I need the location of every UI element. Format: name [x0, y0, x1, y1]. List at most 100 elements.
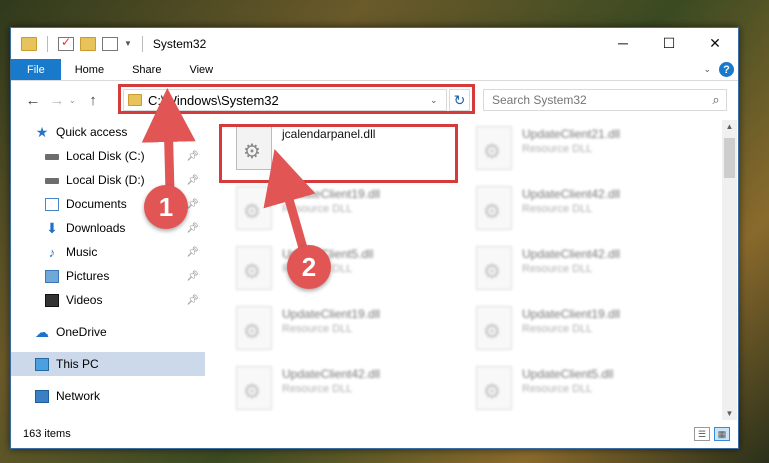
- onedrive-icon: ☁: [35, 323, 49, 340]
- drive-icon: [45, 178, 59, 184]
- search-icon[interactable]: ⌕: [706, 92, 726, 108]
- dll-file-icon: [236, 186, 272, 230]
- drive-icon: [45, 154, 59, 160]
- pin-icon[interactable]: 📌︎: [186, 223, 199, 234]
- title-bar: ▼ System32 ─ ☐ ✕: [11, 28, 738, 59]
- sidebar-item-label: OneDrive: [56, 325, 107, 339]
- properties-check-icon[interactable]: [58, 35, 74, 51]
- pin-icon[interactable]: 📌︎: [186, 151, 199, 162]
- divider: [141, 35, 143, 52]
- minimize-button[interactable]: ─: [600, 28, 646, 58]
- sidebar-item-this-pc[interactable]: This PC: [11, 352, 205, 376]
- file-highlight: [219, 124, 458, 183]
- sidebar-item-music[interactable]: ♪ Music 📌︎: [11, 240, 205, 264]
- customize-icon[interactable]: [102, 36, 118, 51]
- folder-icon: [21, 36, 37, 51]
- status-bar: 163 items ☰ ▦: [11, 420, 738, 448]
- quick-access-toolbar: ▼: [11, 35, 147, 52]
- sidebar-item-label: This PC: [56, 357, 99, 371]
- file-type: Resource DLL: [282, 323, 353, 335]
- file-name: UpdateClient42.dll: [522, 187, 621, 201]
- scroll-down-icon[interactable]: ▼: [722, 409, 737, 418]
- pin-icon[interactable]: 📌︎: [186, 175, 199, 186]
- sidebar-item-pictures[interactable]: Pictures 📌︎: [11, 264, 205, 288]
- network-icon: [35, 389, 49, 403]
- close-button[interactable]: ✕: [692, 28, 738, 58]
- tab-home[interactable]: Home: [61, 59, 118, 80]
- file-type: Resource DLL: [522, 323, 593, 335]
- pin-icon[interactable]: 📌︎: [186, 271, 199, 282]
- details-view-icon[interactable]: ☰: [694, 427, 710, 441]
- refresh-button[interactable]: ↻: [449, 89, 470, 111]
- tab-share[interactable]: Share: [118, 59, 175, 80]
- dll-file-icon: [476, 126, 512, 170]
- dll-file-icon: [476, 366, 512, 410]
- file-name: UpdateClient42.dll: [282, 367, 381, 381]
- dll-file-icon: [236, 366, 272, 410]
- file-name: UpdateClient21.dll: [522, 127, 621, 141]
- star-icon: ★: [35, 123, 49, 140]
- this-pc-icon: [35, 357, 49, 371]
- chevron-down-icon[interactable]: ▼: [124, 39, 132, 48]
- sidebar-item-label: Music: [66, 245, 98, 259]
- help-icon[interactable]: ?: [719, 62, 734, 77]
- file-name: UpdateClient19.dll: [522, 307, 621, 321]
- file-type: Resource DLL: [522, 143, 593, 155]
- sidebar-item-local-disk-c[interactable]: Local Disk (C:) 📌︎: [11, 144, 205, 168]
- tab-view[interactable]: View: [175, 59, 227, 80]
- sidebar-item-quick-access[interactable]: ★ Quick access: [11, 120, 205, 144]
- sidebar-item-label: Quick access: [56, 125, 128, 139]
- divider: [47, 35, 48, 52]
- videos-icon: [45, 293, 59, 307]
- new-folder-icon[interactable]: [80, 36, 96, 51]
- forward-arrow-icon[interactable]: →: [45, 92, 69, 109]
- file-item[interactable]: UpdateClient42.dll Resource DLL: [236, 366, 466, 418]
- downloads-icon: ⬇: [46, 219, 58, 236]
- large-icons-view-icon[interactable]: ▦: [714, 427, 730, 441]
- sidebar-item-videos[interactable]: Videos 📌︎: [11, 288, 205, 312]
- pin-icon[interactable]: 📌︎: [186, 295, 199, 306]
- scroll-up-icon[interactable]: ▲: [722, 122, 737, 131]
- item-count: 163 items: [23, 428, 71, 440]
- file-explorer-window: ▼ System32 ─ ☐ ✕ File Home Share View ⌄ …: [10, 27, 739, 449]
- file-type: Resource DLL: [522, 383, 593, 395]
- folder-icon: [128, 94, 142, 106]
- navigation-bar: ← → ⌄ ↑ C:\Windows\System32 ⌄ ↻ ⌕: [11, 81, 738, 119]
- pin-icon[interactable]: 📌︎: [186, 199, 199, 210]
- up-arrow-icon[interactable]: ↑: [81, 92, 105, 109]
- file-type: Resource DLL: [522, 263, 593, 275]
- sidebar-item-network[interactable]: Network: [11, 384, 205, 408]
- dll-file-icon: [236, 246, 272, 290]
- recent-locations-chevron-icon[interactable]: ⌄: [69, 96, 81, 105]
- sidebar-item-onedrive[interactable]: ☁ OneDrive: [11, 320, 205, 344]
- tab-file[interactable]: File: [11, 59, 61, 80]
- maximize-button[interactable]: ☐: [646, 28, 692, 58]
- address-bar[interactable]: C:\Windows\System32 ⌄: [123, 89, 447, 111]
- file-type: Resource DLL: [282, 383, 353, 395]
- ribbon-tabs: File Home Share View ⌄ ?: [11, 59, 738, 81]
- file-item[interactable]: UpdateClient5.dll Resource DLL: [236, 246, 466, 298]
- expand-ribbon-icon[interactable]: ⌄: [703, 64, 711, 75]
- file-name: UpdateClient42.dll: [522, 247, 621, 261]
- address-path[interactable]: C:\Windows\System32: [148, 93, 430, 108]
- vertical-scrollbar[interactable]: ▲ ▼: [722, 120, 737, 420]
- refresh-icon: ↻: [453, 91, 466, 108]
- file-item[interactable]: UpdateClient5.dll Resource DLL: [476, 366, 706, 418]
- file-item[interactable]: UpdateClient19.dll Resource DLL: [236, 306, 466, 358]
- sidebar-item-label: Local Disk (D:): [66, 173, 145, 187]
- file-item[interactable]: UpdateClient19.dll Resource DLL: [236, 186, 466, 238]
- back-arrow-icon[interactable]: ←: [21, 92, 45, 109]
- file-item[interactable]: UpdateClient42.dll Resource DLL: [476, 186, 706, 238]
- file-name: UpdateClient19.dll: [282, 187, 381, 201]
- pin-icon[interactable]: 📌︎: [186, 247, 199, 258]
- search-input[interactable]: [492, 93, 706, 107]
- sidebar-item-label: Local Disk (C:): [66, 149, 145, 163]
- search-box[interactable]: ⌕: [483, 89, 727, 111]
- file-item[interactable]: UpdateClient19.dll Resource DLL: [476, 306, 706, 358]
- step-badge-2: 2: [287, 245, 331, 289]
- chevron-down-icon[interactable]: ⌄: [430, 95, 446, 106]
- scrollbar-thumb[interactable]: [724, 138, 735, 178]
- sidebar-item-label: Videos: [66, 293, 103, 307]
- file-item[interactable]: UpdateClient21.dll Resource DLL: [476, 126, 706, 178]
- file-item[interactable]: UpdateClient42.dll Resource DLL: [476, 246, 706, 298]
